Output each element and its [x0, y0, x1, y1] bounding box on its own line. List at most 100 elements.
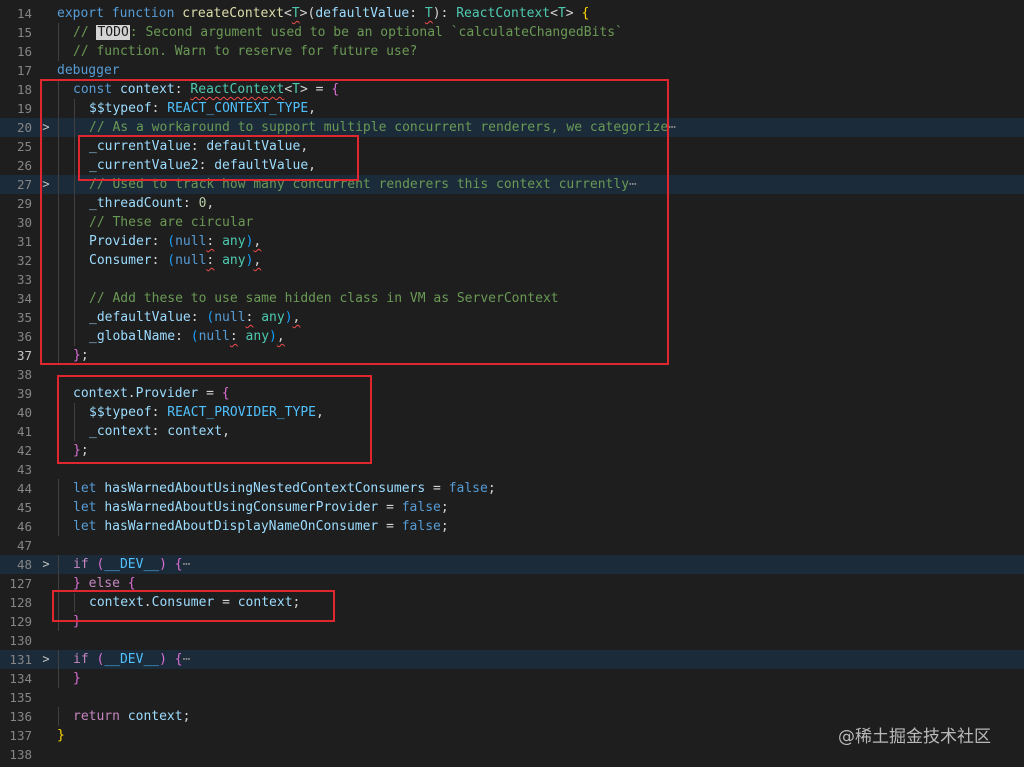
line-number: 15 [16, 25, 32, 40]
code-token: T [291, 6, 300, 21]
code-token: false [401, 519, 441, 534]
line-number: 39 [16, 386, 32, 401]
line-number: 36 [16, 329, 32, 344]
code-token: __DEV__ [104, 557, 160, 572]
line-number: 127 [9, 576, 32, 591]
indent-guide [58, 669, 59, 688]
code-line[interactable]: 15 // TODO: Second argument used to be an… [0, 23, 1024, 42]
line-number: 137 [9, 728, 32, 743]
code-line[interactable]: 46 let hasWarnedAboutDisplayNameOnConsume… [0, 517, 1024, 536]
line-number: 46 [16, 519, 32, 534]
code-token: if [73, 652, 89, 667]
indent-guide [58, 650, 59, 669]
code-line[interactable]: 17 debugger [0, 61, 1024, 80]
indent-guide [58, 517, 59, 536]
code-line[interactable]: 138 [0, 745, 1024, 764]
code-token: { [174, 557, 183, 572]
code-text: let hasWarnedAboutUsingConsumerProvider … [73, 498, 449, 517]
code-token: let [73, 519, 97, 534]
code-token: ReactContext [456, 6, 551, 21]
code-token: export [57, 6, 104, 21]
code-line[interactable]: 134} [0, 669, 1024, 688]
indent-guide [58, 555, 59, 574]
code-text: export function createContext<T>(default… [57, 4, 589, 23]
code-token: { [174, 652, 183, 667]
chevron-right-icon[interactable]: > [40, 650, 52, 669]
code-token: ): [432, 6, 457, 21]
code-token: = [425, 481, 449, 496]
line-number: 38 [16, 367, 32, 382]
code-line[interactable]: 44 let hasWarnedAboutUsingNestedContextCo… [0, 479, 1024, 498]
code-token: : Second argument used to be an optional… [129, 25, 623, 40]
code-token: function [111, 6, 175, 21]
code-token: { [127, 576, 136, 591]
code-text: // TODO: Second argument used to be an o… [73, 23, 623, 42]
code-token: ) [159, 652, 167, 667]
code-token: = [378, 519, 402, 534]
line-number: 128 [9, 595, 32, 610]
line-number: 17 [16, 63, 32, 78]
code-line[interactable]: 14 export function createContext<T>(defau… [0, 4, 1024, 23]
code-token: return [73, 709, 120, 724]
line-number: 42 [16, 443, 32, 458]
indent-guide [58, 42, 59, 61]
code-text: // function. Warn to reserve for future … [73, 42, 417, 61]
line-number: 27 [16, 177, 32, 192]
code-text: debugger [57, 61, 120, 80]
watermark-text: @稀土掘金技术社区 [838, 727, 991, 747]
indent-guide [58, 479, 59, 498]
code-token: ⋯ [182, 557, 191, 572]
code-line[interactable]: 45 let hasWarnedAboutUsingConsumerProvide… [0, 498, 1024, 517]
code-line[interactable]: 47 [0, 536, 1024, 555]
code-token: ⋯ [182, 652, 191, 667]
code-token: false [401, 500, 441, 515]
chevron-right-icon[interactable]: > [40, 555, 52, 574]
code-text: if (__DEV__) {⋯ [73, 555, 190, 574]
code-token: { [581, 6, 590, 21]
code-token: let [73, 500, 97, 515]
code-token: hasWarnedAboutUsingNestedContextConsumer… [104, 481, 426, 496]
code-token: < [550, 6, 558, 21]
code-token: // [73, 25, 97, 40]
code-token: } [73, 671, 81, 686]
line-number: 40 [16, 405, 32, 420]
code-text: let hasWarnedAboutDisplayNameOnConsumer … [73, 517, 449, 536]
code-token: __DEV__ [104, 652, 160, 667]
code-token: createContext [182, 6, 284, 21]
code-line[interactable]: 131 > if (__DEV__) {⋯ [0, 650, 1024, 669]
line-number: 45 [16, 500, 32, 515]
line-number: 130 [9, 633, 32, 648]
indent-guide [58, 707, 59, 726]
line-number: 34 [16, 291, 32, 306]
code-token: < [284, 6, 292, 21]
code-line[interactable]: 48 > if (__DEV__) {⋯ [0, 555, 1024, 574]
code-token: = [378, 500, 402, 515]
code-token: ; [440, 500, 449, 515]
code-line[interactable]: 135 [0, 688, 1024, 707]
code-line[interactable]: 130 [0, 631, 1024, 650]
highlight-box-current-value [78, 135, 359, 181]
code-token: hasWarnedAboutUsingConsumerProvider [104, 500, 379, 515]
line-number: 37 [16, 348, 32, 363]
code-token: debugger [57, 63, 120, 78]
code-text: let hasWarnedAboutUsingNestedContextCons… [73, 479, 496, 498]
line-number: 138 [9, 747, 32, 762]
line-number: 48 [16, 557, 32, 572]
code-token: hasWarnedAboutDisplayNameOnConsumer [104, 519, 379, 534]
code-token: defaultValue [315, 6, 410, 21]
code-token: ; [487, 481, 496, 496]
code-token: else [88, 576, 120, 591]
code-token: T [557, 6, 566, 21]
line-number: 47 [16, 538, 32, 553]
code-token: ; [440, 519, 449, 534]
code-token: : [409, 6, 425, 21]
code-line[interactable]: 16 // function. Warn to reserve for futur… [0, 42, 1024, 61]
code-token: ) [159, 557, 167, 572]
line-number: 30 [16, 215, 32, 230]
code-token: } [57, 728, 65, 743]
code-token: if [73, 557, 89, 572]
line-number: 18 [16, 82, 32, 97]
code-token: // function. Warn to reserve for future … [73, 44, 418, 59]
